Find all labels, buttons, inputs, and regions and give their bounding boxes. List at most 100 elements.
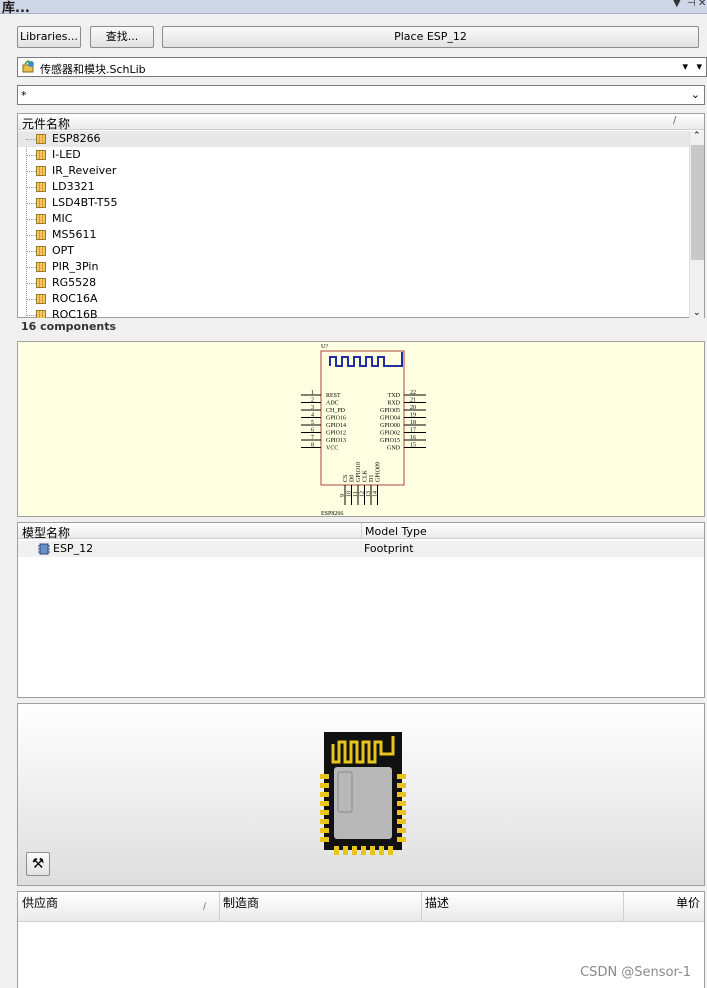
list-item[interactable]: ROC16B [18, 307, 690, 318]
list-item[interactable]: OPT [18, 243, 690, 259]
column-header-name[interactable]: 元件名称 [22, 115, 70, 132]
list-item[interactable]: MS5611 [18, 227, 690, 243]
pin-number: 6 [311, 428, 314, 434]
column-divider[interactable] [219, 892, 220, 921]
chevron-down-icon[interactable]: ⌄ [691, 88, 700, 101]
pad [361, 846, 366, 855]
close-icon[interactable]: ✕ [698, 0, 706, 9]
component-icon [36, 278, 46, 288]
pin-name: VCC [326, 446, 338, 452]
filter-input[interactable]: * ⌄ [17, 85, 705, 105]
library-select[interactable]: 传感器和模块.SchLib ▾ ▾ [17, 57, 707, 77]
tree-connector [26, 187, 36, 188]
model-table[interactable]: 模型名称 Model Type ESP_12 Footprint [17, 522, 705, 698]
component-list-header[interactable]: 元件名称 / [18, 114, 704, 132]
pad [320, 810, 329, 815]
component-icon [36, 182, 46, 192]
pin-name: GPIO15 [380, 438, 400, 444]
list-item[interactable]: PIR_3Pin [18, 259, 690, 275]
pin-number: 7 [311, 435, 314, 441]
pin-icon[interactable]: ⊣ [687, 0, 696, 9]
list-item[interactable]: ESP8266 [18, 131, 690, 147]
sort-indicator: / [203, 902, 207, 912]
component-scrollbar[interactable]: ⌃ ⌄ [689, 131, 704, 318]
pin-number: 21 [410, 398, 416, 404]
component-name: IR_Reveiver [52, 164, 117, 177]
place-button[interactable]: Place ESP_12 [162, 26, 699, 48]
pin-name: ADC [326, 401, 339, 407]
list-item[interactable]: MIC [18, 211, 690, 227]
scrollbar-thumb[interactable] [691, 145, 704, 260]
pad [352, 846, 357, 855]
component-icon [36, 230, 46, 240]
library-icon [22, 59, 36, 74]
pin-number: 17 [410, 428, 416, 434]
column-divider[interactable] [421, 892, 422, 921]
pad [397, 783, 406, 788]
pad [343, 846, 348, 855]
component-icon [36, 150, 46, 160]
pin-name: GPIO02 [380, 431, 400, 437]
filter-value: * [21, 89, 27, 102]
search-button[interactable]: 查找... [90, 26, 154, 48]
dropdown-icon[interactable]: ▼ [673, 0, 681, 9]
list-item[interactable]: LD3321 [18, 179, 690, 195]
column-header-supplier[interactable]: 供应商 [22, 894, 58, 911]
column-header-manufacturer[interactable]: 制造商 [223, 894, 259, 911]
pin-number: 22 [410, 390, 416, 396]
component-list[interactable]: 元件名称 / ESP8266 I-LED IR_Reveiver LD3321 LSD4… [17, 113, 705, 318]
column-divider[interactable] [361, 523, 362, 538]
component-icon [36, 246, 46, 256]
pin-name: GPIO00 [380, 423, 400, 429]
pin-number: 15 [410, 443, 416, 449]
chevron-down-icon[interactable]: ▾ [682, 60, 688, 73]
pin-name: TXD [388, 393, 401, 399]
tree-connector [26, 267, 36, 268]
chevron-up-icon[interactable]: ⌃ [693, 131, 701, 141]
pad [320, 774, 329, 779]
pad [320, 828, 329, 833]
hammer-icon[interactable]: ⚒ [26, 852, 50, 876]
chevron-down-icon[interactable]: ⌄ [693, 308, 701, 318]
component-icon [36, 310, 46, 318]
tree-connector [26, 315, 36, 316]
pin-name: D0 [350, 475, 356, 482]
schematic-symbol: U? ESP8266 1 REST 2 ADC 3 CH_PD 4 GPIO16 5 GPIO14 6 G… [301, 344, 426, 517]
pad [320, 783, 329, 788]
list-item[interactable]: IR_Reveiver [18, 163, 690, 179]
component-icon [36, 134, 46, 144]
component-name: RG5528 [52, 276, 97, 289]
tree-connector [26, 171, 36, 172]
tree-connector [26, 283, 36, 284]
list-item[interactable]: RG5528 [18, 275, 690, 291]
list-item[interactable]: I-LED [18, 147, 690, 163]
pad [320, 819, 329, 824]
column-header-model-name[interactable]: 模型名称 [22, 524, 70, 541]
pin-number: 12 [360, 491, 366, 497]
pad [397, 801, 406, 806]
pin-name: GPIO12 [326, 431, 346, 437]
pin-name: REST [326, 393, 341, 399]
model-type: Footprint [364, 542, 414, 555]
column-header-model-type[interactable]: Model Type [365, 525, 427, 538]
column-header-description[interactable]: 描述 [425, 894, 449, 911]
chevron-down-icon[interactable]: ▾ [696, 60, 702, 73]
component-name: LSD4BT-T55 [52, 196, 118, 209]
component-icon [36, 214, 46, 224]
pad [320, 837, 329, 842]
pin-name: GPIO10 [356, 462, 362, 482]
libraries-button[interactable]: Libraries... [17, 26, 81, 48]
pad [334, 846, 339, 855]
list-item[interactable]: LSD4BT-T55 [18, 195, 690, 211]
pad [397, 774, 406, 779]
component-name: MS5611 [52, 228, 97, 241]
list-item[interactable]: ROC16A [18, 291, 690, 307]
column-header-price[interactable]: 单价 [676, 894, 700, 911]
tree-connector [26, 203, 36, 204]
footprint-icon [38, 543, 50, 555]
component-icon [36, 294, 46, 304]
model-table-header: 模型名称 Model Type [18, 523, 704, 541]
pin-number: 18 [410, 420, 416, 426]
column-divider[interactable] [623, 892, 624, 921]
table-row[interactable]: ESP_12 Footprint [18, 541, 704, 557]
